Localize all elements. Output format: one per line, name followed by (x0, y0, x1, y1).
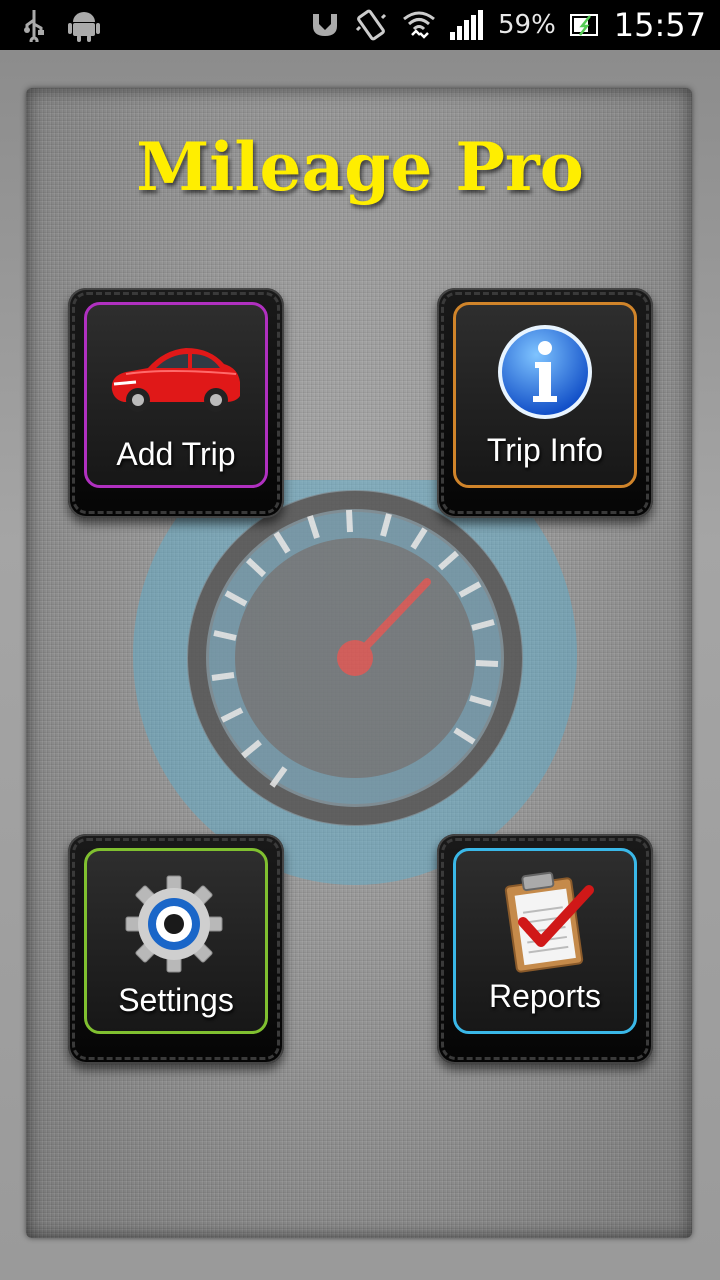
reports-button[interactable]: Reports (437, 834, 653, 1064)
app-title: Mileage Pro (136, 128, 584, 206)
car-icon (111, 348, 241, 412)
gear-icon (125, 875, 223, 973)
settings-label: Settings (118, 982, 234, 1018)
speedometer-icon (133, 480, 577, 885)
add-trip-button[interactable]: Add Trip (68, 288, 284, 518)
trip-info-button[interactable]: Trip Info (437, 288, 653, 518)
nfc-icon (312, 14, 337, 36)
clock: 15:57 (613, 6, 706, 44)
clipboard-check-icon (504, 871, 594, 973)
trip-info-label: Trip Info (486, 432, 604, 468)
add-trip-label: Add Trip (116, 436, 236, 472)
android-icon (68, 12, 100, 42)
battery-percent: 59% (497, 10, 556, 40)
signal-icon (449, 10, 483, 40)
info-icon (498, 325, 592, 419)
usb-icon (24, 10, 44, 42)
vibrate-icon (355, 9, 387, 41)
reports-label: Reports (488, 978, 602, 1014)
battery-icon (569, 14, 598, 36)
status-bar: 59% 15:57 (0, 0, 720, 50)
wifi-icon (403, 11, 435, 39)
settings-button[interactable]: Settings (68, 834, 284, 1064)
